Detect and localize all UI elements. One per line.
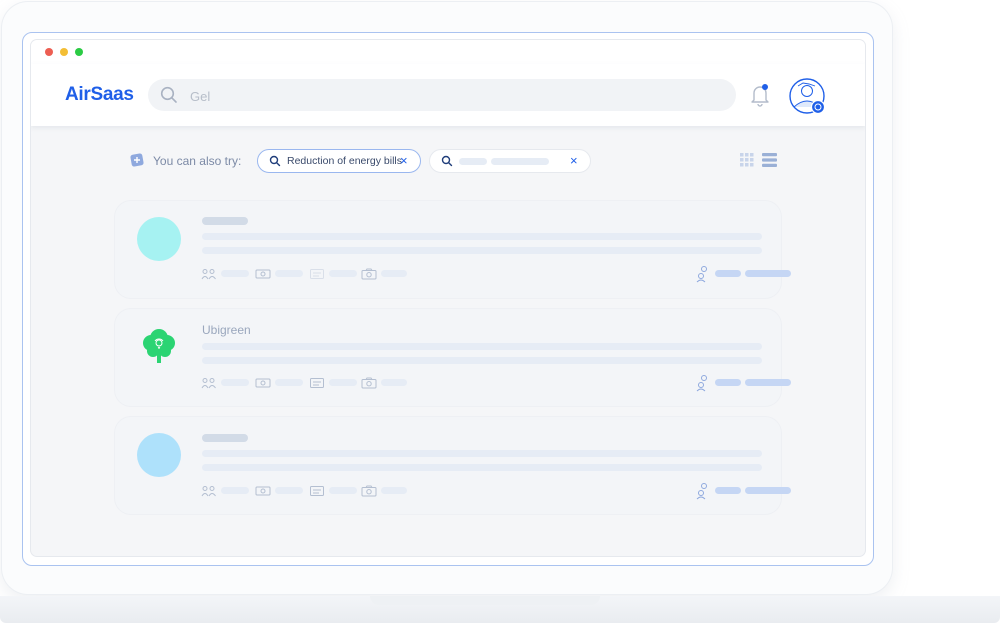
app-window: AirSaas You can also try: <box>31 40 865 556</box>
team-icon <box>696 483 707 500</box>
placeholder-bar <box>202 357 762 364</box>
window-titlebar <box>31 40 865 64</box>
grid-view-icon[interactable] <box>740 153 754 167</box>
placeholder-bar <box>381 270 407 277</box>
placeholder-bar <box>715 379 741 386</box>
search-input[interactable] <box>188 85 712 107</box>
team-icon <box>696 375 707 392</box>
placeholder-bar <box>202 217 248 225</box>
company-logo <box>137 217 181 261</box>
camera-icon <box>361 268 377 280</box>
close-icon[interactable]: × <box>400 154 408 168</box>
laptop-notch <box>370 596 600 605</box>
company-card[interactable]: Ubigreen <box>115 309 791 406</box>
suggestion-chip[interactable]: Reduction of energy bills × <box>257 149 421 173</box>
notification-badge <box>762 84 768 90</box>
app-header: AirSaas <box>31 64 865 126</box>
search-icon <box>441 155 453 167</box>
document-icon <box>310 378 324 388</box>
people-icon <box>201 486 216 497</box>
placeholder-bar <box>275 379 303 386</box>
placeholder-bar <box>221 379 249 386</box>
search-icon <box>269 155 281 167</box>
placeholder-bar <box>202 464 762 471</box>
placeholder-bar <box>202 343 762 350</box>
camera-icon <box>361 377 377 389</box>
placeholder-bar <box>381 487 407 494</box>
placeholder-bar <box>202 247 762 254</box>
placeholder-bar <box>715 487 741 494</box>
placeholder-bar <box>745 270 791 277</box>
document-icon <box>310 486 324 496</box>
search-bar[interactable] <box>148 79 736 111</box>
minimize-window-button[interactable] <box>60 48 68 56</box>
tree-icon <box>143 329 175 363</box>
placeholder-bar <box>202 233 762 240</box>
money-icon <box>255 269 271 279</box>
placeholder-bar <box>329 379 357 386</box>
placeholder-bar <box>202 450 762 457</box>
placeholder-bar <box>275 270 303 277</box>
placeholder-bar <box>329 270 357 277</box>
people-icon <box>201 269 216 280</box>
placeholder-bar <box>745 379 791 386</box>
chip-label: Reduction of energy bills <box>287 155 402 167</box>
company-card[interactable] <box>115 417 791 514</box>
maximize-window-button[interactable] <box>75 48 83 56</box>
placeholder-bar <box>221 487 249 494</box>
list-view-icon[interactable] <box>762 153 777 167</box>
placeholder-bar <box>745 487 791 494</box>
camera-icon <box>361 485 377 497</box>
document-icon <box>310 269 324 279</box>
placeholder-bar <box>491 158 549 165</box>
money-icon <box>255 378 271 388</box>
company-card[interactable] <box>115 201 791 298</box>
suggestion-icon <box>130 153 144 167</box>
company-logo <box>137 433 181 477</box>
suggestion-chip[interactable]: × <box>429 149 591 173</box>
placeholder-bar <box>221 270 249 277</box>
placeholder-bar <box>459 158 487 165</box>
avatar-icon[interactable] <box>788 77 826 115</box>
money-icon <box>255 486 271 496</box>
close-icon[interactable]: × <box>570 154 578 168</box>
suggestion-label: You can also try: <box>153 154 242 168</box>
placeholder-bar <box>202 434 248 442</box>
placeholder-bar <box>275 487 303 494</box>
company-name: Ubigreen <box>202 323 251 337</box>
placeholder-bar <box>715 270 741 277</box>
placeholder-bar <box>381 379 407 386</box>
placeholder-bar <box>329 487 357 494</box>
people-icon <box>201 378 216 389</box>
airsaas-logo[interactable]: AirSaas <box>65 84 134 106</box>
close-window-button[interactable] <box>45 48 53 56</box>
search-icon <box>160 86 177 103</box>
team-icon <box>696 266 707 283</box>
